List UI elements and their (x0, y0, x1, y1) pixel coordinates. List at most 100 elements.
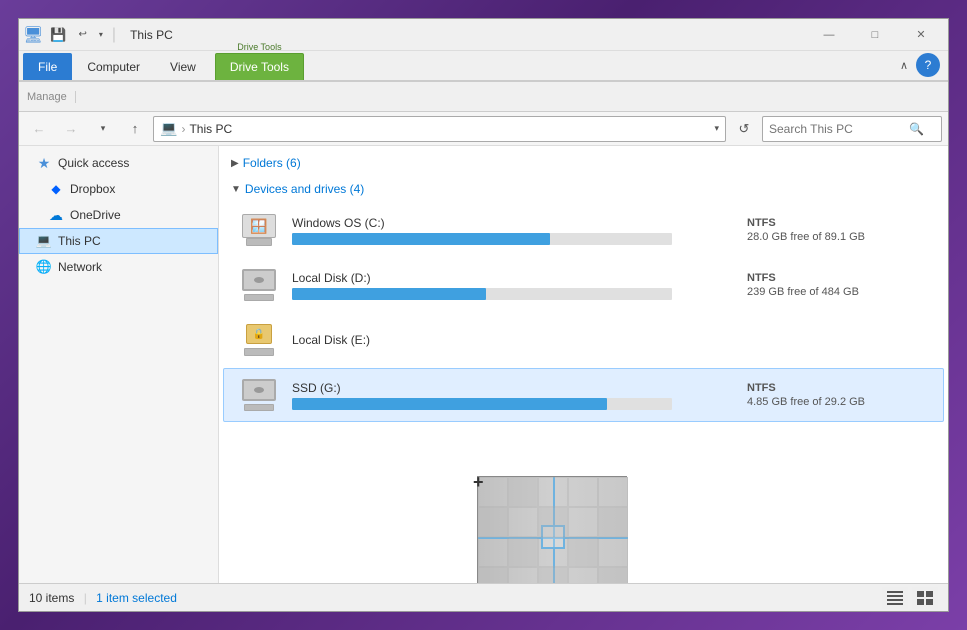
sidebar: ★ Quick access ◆ Dropbox ☁ OneDrive 💻 Th… (19, 146, 219, 583)
quick-access-dropdown[interactable]: ▾ (94, 27, 108, 42)
search-icon: 🔍 (909, 122, 924, 136)
status-divider: | (84, 591, 87, 605)
onedrive-icon: ☁ (48, 207, 64, 223)
drive-local-d[interactable]: Local Disk (D:) NTFS 239 GB free of 484 … (223, 258, 944, 312)
drive-c-meta: NTFS 28.0 GB free of 89.1 GB (747, 217, 927, 243)
drives-section-label: Devices and drives (4) (245, 182, 364, 196)
sidebar-item-quick-access[interactable]: ★ Quick access (19, 150, 218, 176)
drive-c-space: 28.0 GB free of 89.1 GB (747, 231, 927, 243)
drive-c-info: Windows OS (C:) (292, 216, 735, 245)
minimize-button[interactable]: — (806, 19, 852, 51)
drives-section-header[interactable]: ▼ Devices and drives (4) (219, 176, 948, 202)
sidebar-label-quick-access: Quick access (58, 156, 129, 170)
folder-icon: 🖥 (23, 25, 43, 45)
cursor-plus: + (473, 472, 484, 493)
status-right (882, 587, 938, 609)
drive-e-info: Local Disk (E:) (292, 333, 927, 347)
sidebar-label-onedrive: OneDrive (70, 208, 121, 222)
sidebar-label-dropbox: Dropbox (70, 182, 115, 196)
drive-c-icon: 🪟 (240, 212, 280, 248)
drive-d-fs: NTFS (747, 272, 927, 284)
magnifier-overlay: (460 , 419) 217, 217, 217 (477, 476, 627, 583)
details-view-icon (887, 591, 903, 605)
sidebar-item-this-pc[interactable]: 💻 This PC (19, 228, 218, 254)
path-thispc: This PC (189, 122, 232, 136)
drive-g-icon (240, 377, 280, 413)
this-pc-icon: 💻 (36, 233, 52, 249)
quick-access-save[interactable]: 💾 (45, 24, 71, 46)
title-bar: 🖥 💾 ↩ ▾ | This PC — □ ✕ (19, 19, 948, 51)
window-controls: — □ ✕ (806, 19, 944, 51)
folders-chevron-right: ▶ (231, 158, 239, 169)
drive-d-progress-fill (292, 288, 486, 300)
drive-c-name: Windows OS (C:) (292, 216, 735, 230)
drive-g-space: 4.85 GB free of 29.2 GB (747, 396, 927, 408)
close-button[interactable]: ✕ (898, 19, 944, 51)
ribbon-manage-row: Manage (19, 81, 948, 111)
tab-view[interactable]: View (155, 53, 211, 80)
drive-d-meta: NTFS 239 GB free of 484 GB (747, 272, 927, 298)
drive-ssd-g[interactable]: SSD (G:) NTFS 4.85 GB free of 29.2 GB (223, 368, 944, 422)
file-explorer-window: 🖥 💾 ↩ ▾ | This PC — □ ✕ File Computer Vi… (18, 18, 949, 612)
folders-section-label: Folders (6) (243, 156, 301, 170)
search-input[interactable] (769, 122, 909, 136)
main-content: ★ Quick access ◆ Dropbox ☁ OneDrive 💻 Th… (19, 146, 948, 583)
view-tiles-button[interactable] (912, 587, 938, 609)
back-button[interactable]: ← (25, 116, 53, 142)
drive-g-info: SSD (G:) (292, 381, 735, 410)
drive-e-icon: 🔒 (240, 322, 280, 358)
drive-c-progress-fill (292, 233, 550, 245)
sidebar-item-dropbox[interactable]: ◆ Dropbox (19, 176, 218, 202)
folders-section-header[interactable]: ▶ Folders (6) (219, 150, 948, 176)
network-icon: 🌐 (36, 259, 52, 275)
forward-button[interactable]: → (57, 116, 85, 142)
recent-button[interactable]: ▾ (89, 116, 117, 142)
drive-c-fs: NTFS (747, 217, 927, 229)
address-bar: ← → ▾ ↑ 💻 › This PC ▾ ↺ 🔍 (19, 112, 948, 146)
tab-file[interactable]: File (23, 53, 72, 80)
title-bar-title: This PC (130, 28, 173, 42)
manage-label: Manage (27, 91, 76, 103)
drive-d-info: Local Disk (D:) (292, 271, 735, 300)
quick-access-icon: ★ (36, 155, 52, 171)
item-count: 10 items (29, 591, 74, 605)
status-left: 10 items | 1 item selected (29, 591, 177, 605)
search-box[interactable]: 🔍 (762, 116, 942, 142)
sidebar-item-onedrive[interactable]: ☁ OneDrive (19, 202, 218, 228)
drive-g-fs: NTFS (747, 382, 927, 394)
drive-g-meta: NTFS 4.85 GB free of 29.2 GB (747, 382, 927, 408)
drive-windows-c[interactable]: 🪟 Windows OS (C:) NTFS 28.0 GB free of 8… (223, 203, 944, 257)
path-pc-icon: 💻 (160, 120, 177, 137)
drive-g-progress-fill (292, 398, 607, 410)
dropbox-icon: ◆ (48, 181, 64, 197)
tiles-view-icon (917, 591, 933, 605)
path-dropdown[interactable]: ▾ (714, 123, 719, 134)
title-bar-left: 🖥 💾 ↩ ▾ | This PC (23, 24, 806, 46)
sidebar-label-this-pc: This PC (58, 234, 101, 248)
ribbon-chevron[interactable]: ∧ (896, 57, 912, 74)
tab-drive-tools[interactable]: Drive Tools (215, 53, 304, 80)
drive-e-name: Local Disk (E:) (292, 333, 927, 347)
address-path[interactable]: 💻 › This PC ▾ (153, 116, 726, 142)
sidebar-item-network[interactable]: 🌐 Network (19, 254, 218, 280)
tab-computer[interactable]: Computer (72, 53, 155, 80)
drive-d-space: 239 GB free of 484 GB (747, 286, 927, 298)
selection-count: 1 item selected (96, 591, 177, 605)
drive-d-icon (240, 267, 280, 303)
view-details-button[interactable] (882, 587, 908, 609)
refresh-button[interactable]: ↺ (730, 116, 758, 142)
content-area: ▶ Folders (6) ▼ Devices and drives (4) 🪟 (219, 146, 948, 583)
drive-tools-context: Drive Tools (237, 42, 281, 52)
drive-d-name: Local Disk (D:) (292, 271, 735, 285)
drive-c-progress-bg (292, 233, 672, 245)
status-bar: 10 items | 1 item selected (19, 583, 948, 611)
quick-access-undo[interactable]: ↩ (74, 26, 92, 43)
help-button[interactable]: ? (916, 53, 940, 77)
maximize-button[interactable]: □ (852, 19, 898, 51)
drive-local-e[interactable]: 🔒 Local Disk (E:) (223, 313, 944, 367)
drive-g-progress-bg (292, 398, 672, 410)
drive-d-progress-bg (292, 288, 672, 300)
up-button[interactable]: ↑ (121, 116, 149, 142)
drive-g-name: SSD (G:) (292, 381, 735, 395)
ribbon: File Computer View Drive Tools Drive Too… (19, 51, 948, 112)
